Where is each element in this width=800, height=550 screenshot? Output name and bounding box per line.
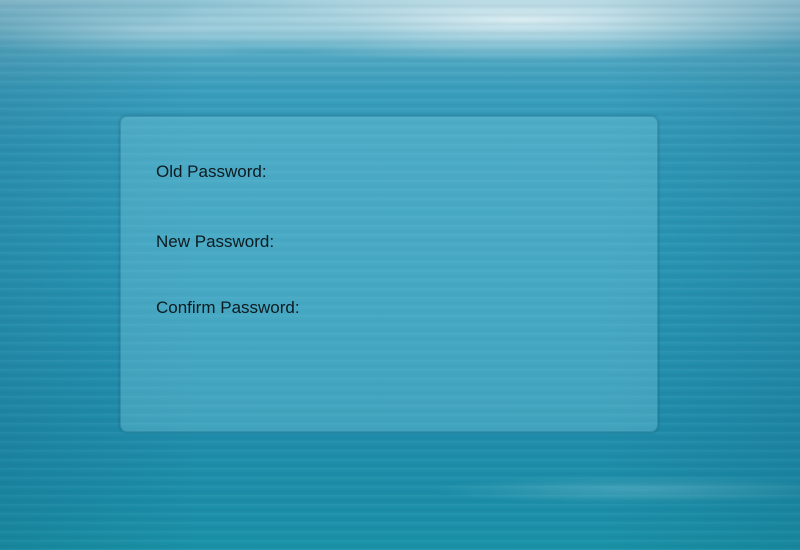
old-password-label: Old Password:	[156, 162, 267, 181]
new-password-input[interactable]	[321, 229, 621, 255]
new-password-label: New Password:	[156, 232, 275, 251]
confirm-password-label: Confirm Password:	[156, 298, 300, 317]
confirm-password-input[interactable]	[321, 295, 621, 321]
old-password-input[interactable]	[321, 159, 621, 185]
change-password-form: Old Password: New Password: Confirm Pass…	[120, 116, 658, 432]
